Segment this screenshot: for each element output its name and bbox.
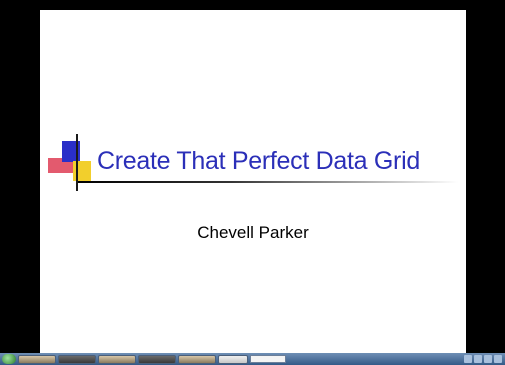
system-tray — [464, 355, 505, 363]
taskbar-window-button[interactable] — [98, 354, 136, 364]
tray-icon[interactable] — [464, 355, 472, 363]
taskbar-window-button[interactable] — [58, 354, 96, 364]
slide-title: Create That Perfect Data Grid — [97, 147, 420, 175]
presentation-slide: Create That Perfect Data Grid Chevell Pa… — [40, 10, 466, 353]
tray-icon[interactable] — [474, 355, 482, 363]
tray-icon[interactable] — [484, 355, 492, 363]
tray-icon[interactable] — [494, 355, 502, 363]
taskbar-window-button[interactable] — [178, 354, 216, 364]
taskbar-search-input[interactable] — [250, 355, 286, 363]
horizontal-rule-decoration — [78, 181, 458, 183]
presenter-name: Chevell Parker — [197, 223, 309, 242]
windows-taskbar — [0, 353, 505, 365]
start-orb-icon[interactable] — [2, 354, 16, 364]
taskbar-window-button[interactable] — [218, 354, 248, 364]
taskbar-window-button[interactable] — [18, 354, 56, 364]
taskbar-window-button[interactable] — [138, 354, 176, 364]
